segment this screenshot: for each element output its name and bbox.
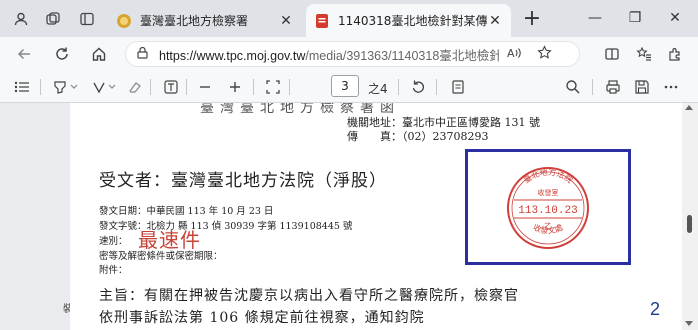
refresh-button[interactable] [51,43,73,65]
close-tab-icon[interactable]: ✕ [278,13,294,29]
search-icon[interactable] [565,77,581,97]
attachment-label: 附件： [99,265,128,276]
erase-tool-icon[interactable] [127,77,143,97]
table-of-contents-icon[interactable] [14,77,30,97]
workspaces-icon[interactable] [44,10,62,28]
tab-tpc-home[interactable]: 臺灣臺北地方檢察署 ✕ [108,4,302,37]
title-bar: 臺灣臺北地方檢察署 ✕ 1140318臺北地檢針對某傳媒報導 ✕ + — ❐ ✕ [0,0,698,37]
print-icon[interactable] [605,77,621,97]
highlight-tool-icon[interactable] [52,77,82,97]
split-screen-icon[interactable] [601,43,623,65]
stamp-date: 113.10.23 [518,205,577,217]
subject-line-1: 主旨：有關在押被告沈慶京以病出入看守所之醫療院所，檢察官 [99,288,519,304]
speed-label: 速別： [99,236,128,247]
toolbar-divider [186,79,187,95]
annotation-page-number: 2 [650,299,661,319]
more-options-icon[interactable] [663,77,679,97]
zoom-out-icon[interactable] [197,77,213,97]
add-text-icon[interactable] [163,77,179,97]
favorites-icon[interactable] [633,43,655,65]
new-tab-button[interactable]: + [520,8,544,32]
tab-actions-icon[interactable] [78,10,96,28]
toolbar-divider [253,79,254,95]
save-icon[interactable] [634,77,650,97]
tab-title: 1140318臺北地檢針對某傳媒報導 [338,14,487,28]
extensions-icon[interactable] [664,43,686,65]
toolbar-divider [289,79,290,95]
page-view-icon[interactable] [450,77,466,97]
home-button[interactable] [88,43,110,65]
pdf-page: 臺灣臺北地方檢察署函 機關地址：臺北市中正區博愛路 131 號 傳 真：（02）… [70,103,683,330]
recipient: 受文者：臺灣臺北地方法院（淨股） [99,171,387,191]
page-total: 之4 [368,82,388,96]
toolbar-divider [398,79,399,95]
toolbar-divider [150,79,151,95]
highlight-box: 臺北地方法院 收發室 113.10.23 乙 收發文處 [465,149,631,265]
rotate-icon[interactable] [410,77,426,97]
lock-icon[interactable] [136,46,149,62]
secrecy-label: 密等及解密條件或保密期限： [99,251,223,262]
restore-button[interactable]: ❐ [620,6,650,30]
read-aloud-icon[interactable]: A [507,46,523,63]
received-stamp: 臺北地方法院 收發室 113.10.23 乙 收發文處 [507,167,589,249]
close-tab-icon[interactable]: ✕ [487,13,503,29]
toolbar-divider [40,79,41,95]
tab-pdf[interactable]: 1140318臺北地檢針對某傳媒報導 ✕ [306,4,511,37]
profile-icon[interactable] [12,10,30,28]
back-button[interactable] [13,43,35,65]
agency-fax: 傳 真：（02）23708293 [347,130,489,143]
stamp-sub-text: 收發室 [538,188,559,197]
pdf-toolbar: 3 之4 [0,70,698,103]
draw-tool-icon[interactable] [90,77,120,97]
scroll-down-icon[interactable] [685,321,693,326]
scroll-thumb[interactable] [687,215,692,233]
fit-page-icon[interactable] [265,77,281,97]
toolbar-divider [592,79,593,95]
url-path: /media/391363/1140318臺北地檢針對某... [305,48,499,63]
zoom-in-icon[interactable] [227,77,243,97]
issue-date: 發文日期：中華民國 113 年 10 月 23 日 [99,206,274,217]
subject-line-2: 依刑事訴訟法第 106 條規定前往視察，通知鈞院 [99,310,425,326]
url-text: https://www.tpc.moj.gov.tw/media/391363/… [159,45,499,64]
scroll-up-icon[interactable] [685,105,693,110]
svg-text:A: A [507,47,515,60]
seal-favicon-icon [116,13,132,29]
favorite-star-icon[interactable] [537,45,552,63]
close-window-button[interactable]: ✕ [660,6,690,30]
minimize-button[interactable]: — [580,6,610,30]
url-host: https://www.tpc.moj.gov.tw [159,48,306,63]
tab-title: 臺灣臺北地方檢察署 [140,14,249,28]
page-number-input[interactable]: 3 [331,75,359,97]
navigation-bar: https://www.tpc.moj.gov.tw/media/391363/… [0,37,698,70]
stamp-top-text: 臺北地方法院 [521,167,574,185]
pdf-icon [314,13,330,29]
toolbar-divider [436,79,437,95]
address-bar[interactable]: https://www.tpc.moj.gov.tw/media/391363/… [125,41,580,67]
svg-text:臺北地方法院: 臺北地方法院 [521,167,574,185]
pdf-viewport[interactable]: 裝 臺灣臺北地方檢察署函 機關地址：臺北市中正區博愛路 131 號 傳 真：（0… [0,103,698,330]
vertical-scrollbar[interactable] [682,103,698,330]
